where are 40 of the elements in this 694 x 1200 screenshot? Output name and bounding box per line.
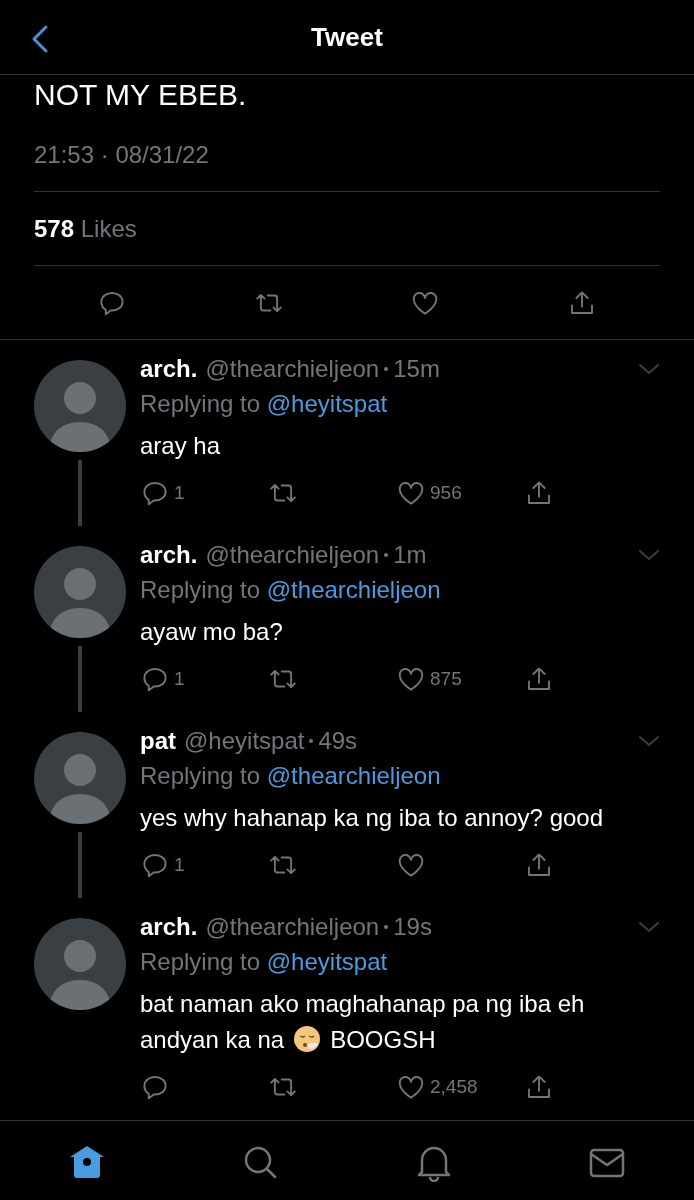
separator-dot xyxy=(384,553,389,557)
likes-count[interactable]: 578 Likes xyxy=(34,214,137,243)
user-name[interactable]: arch. xyxy=(140,912,198,942)
separator-dot xyxy=(309,739,314,743)
user-handle: @thearchieljeon xyxy=(205,912,380,942)
exhaling-face-icon xyxy=(292,1024,323,1054)
user-handle: @thearchieljeon xyxy=(205,354,380,384)
replying-to-text: Replying to @thearchieljeon xyxy=(140,575,442,605)
back-icon[interactable] xyxy=(30,24,50,54)
separator-dot xyxy=(384,367,389,371)
user-name[interactable]: pat xyxy=(140,726,176,756)
reply-count: 1 xyxy=(174,854,185,876)
user-handle: @thearchieljeon xyxy=(205,540,380,570)
post-time: 15m xyxy=(393,354,440,384)
replying-to-text: Replying to @heyitspat xyxy=(140,947,389,977)
user-name[interactable]: arch. xyxy=(140,540,198,570)
reply-count: 1 xyxy=(174,482,185,504)
mention-link[interactable]: @heyitspat xyxy=(266,948,388,975)
page-title: Tweet xyxy=(311,21,383,53)
reply-text: yes why hahanap ka ng iba to annoy? good xyxy=(140,803,605,833)
tweet-text: NOT MY EBEB. xyxy=(34,77,247,113)
mention-link[interactable]: @heyitspat xyxy=(266,390,388,417)
separator-dot xyxy=(384,925,389,929)
post-time: 1m xyxy=(393,540,427,570)
reply-count: 1 xyxy=(174,668,185,690)
like-count: 875 xyxy=(430,668,462,690)
user-handle: @heyitspat xyxy=(184,726,305,756)
replying-to-text: Replying to @thearchieljeon xyxy=(140,761,442,791)
mention-link[interactable]: @thearchieljeon xyxy=(266,762,441,789)
like-count: 2,458 xyxy=(430,1076,478,1098)
timestamp: 21:53 · 08/31/22 xyxy=(34,141,209,169)
mention-link[interactable]: @thearchieljeon xyxy=(266,576,441,603)
post-time: 49s xyxy=(318,726,358,756)
reply-text: ayaw mo ba? xyxy=(140,617,284,647)
replying-to-text: Replying to @heyitspat xyxy=(140,389,389,419)
reply-text: bat naman ako maghahanap pa ng iba eh andyan ka na BOOGSH xyxy=(140,989,586,1056)
user-name[interactable]: arch. xyxy=(140,354,198,384)
reply-text: aray ha xyxy=(140,431,222,461)
post-time: 19s xyxy=(393,912,432,942)
like-count: 956 xyxy=(430,482,462,504)
